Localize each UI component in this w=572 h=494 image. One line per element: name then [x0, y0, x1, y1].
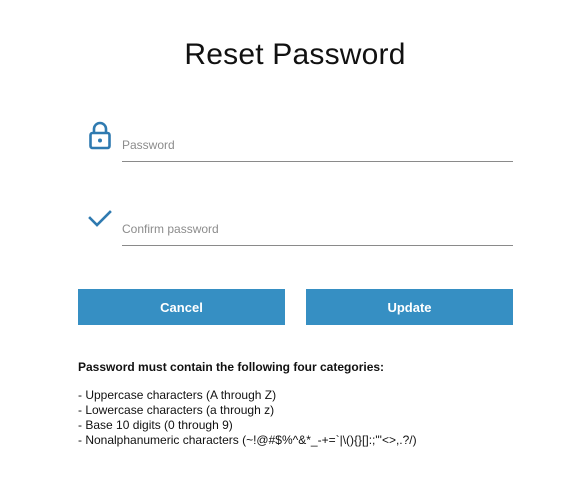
requirement-nonalphanumeric: - Nonalphanumeric characters (~!@#$%^&*_…: [78, 433, 417, 447]
password-input[interactable]: [122, 128, 513, 162]
requirements-list: - Uppercase characters (A through Z) - L…: [78, 388, 558, 448]
requirements-heading: Password must contain the following four…: [78, 360, 385, 374]
lock-icon: [88, 120, 112, 150]
requirement-uppercase: - Uppercase characters (A through Z): [78, 388, 277, 402]
cancel-button[interactable]: Cancel: [78, 289, 285, 325]
requirement-digits: - Base 10 digits (0 through 9): [78, 418, 233, 432]
password-requirements: Password must contain the following four…: [78, 360, 558, 448]
password-field-row: [78, 116, 514, 166]
confirm-password-field-row: [78, 200, 514, 250]
check-icon: [88, 204, 112, 234]
page-title: Reset Password: [184, 38, 406, 71]
requirement-lowercase: - Lowercase characters (a through z): [78, 403, 275, 417]
update-button[interactable]: Update: [306, 289, 513, 325]
confirm-password-input[interactable]: [122, 212, 513, 246]
